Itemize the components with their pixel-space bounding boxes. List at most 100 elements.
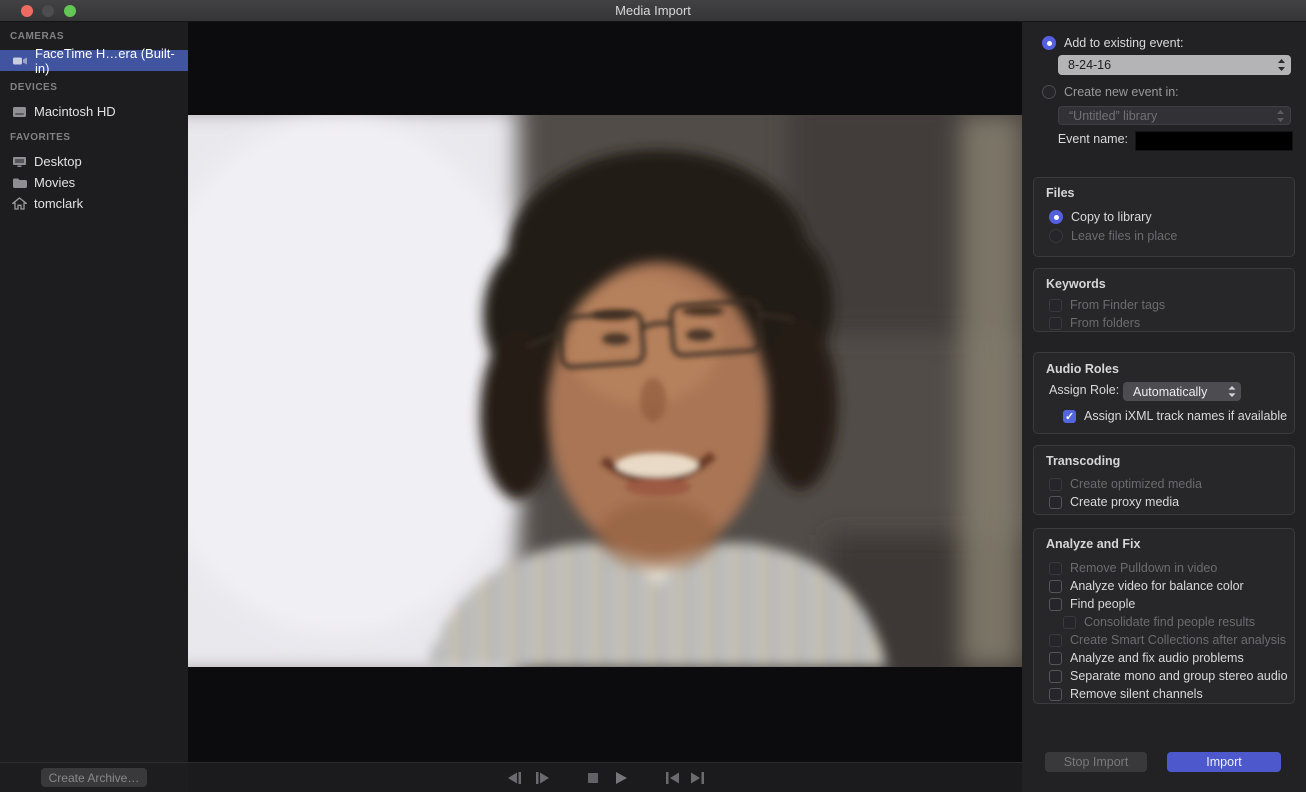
stop-button[interactable] [587,772,603,784]
checkbox-fix-audio[interactable] [1049,652,1062,665]
step-backward-icon [508,772,522,784]
finder-tags-option: From Finder tags [1049,298,1165,312]
audio-roles-group: Audio Roles Assign Role: Automatically A… [1033,352,1295,434]
consolidate-people-option: Consolidate find people results [1063,615,1255,629]
step-forward-icon [535,772,549,784]
leave-files-option: Leave files in place [1049,229,1177,243]
go-to-start-button[interactable] [665,772,681,784]
home-icon [12,197,27,210]
transport-bar [188,762,1022,792]
copy-to-library-label: Copy to library [1071,210,1152,224]
add-existing-label: Add to existing event: [1064,36,1184,50]
create-new-event-option[interactable]: Create new event in: [1042,85,1179,99]
source-sidebar: CAMERAS FaceTime H…era (Built-in) DEVICE… [0,22,188,792]
files-group: Files Copy to library Leave files in pla… [1033,177,1295,257]
sidebar-item-label: Movies [34,175,75,190]
internal-drive-icon [12,106,27,118]
create-archive-button[interactable]: Create Archive… [41,768,147,787]
chevron-up-down-icon [1228,385,1236,398]
keywords-group: Keywords From Finder tags From folders [1033,268,1295,332]
sidebar-item-macintosh-hd[interactable]: Macintosh HD [0,101,188,122]
checkbox-find-people[interactable] [1049,598,1062,611]
remove-pulldown-label: Remove Pulldown in video [1070,561,1217,575]
from-folders-label: From folders [1070,316,1140,330]
sidebar-item-movies[interactable]: Movies [0,172,188,193]
favorites-header: FAVORITES [10,132,70,143]
media-import-window: Media Import CAMERAS FaceTime H…era (Bui… [0,0,1306,792]
remove-silent-option[interactable]: Remove silent channels [1049,687,1203,701]
checkbox-separate-mono[interactable] [1049,670,1062,683]
remove-pulldown-option: Remove Pulldown in video [1049,561,1217,575]
find-people-option[interactable]: Find people [1049,597,1135,611]
assign-role-row: Assign Role: [1049,383,1119,397]
files-title: Files [1046,186,1075,200]
go-to-start-icon [665,772,679,784]
existing-event-value: 8-24-16 [1058,58,1277,72]
copy-to-library-option[interactable]: Copy to library [1049,210,1152,224]
smart-collections-label: Create Smart Collections after analysis [1070,633,1286,647]
balance-color-option[interactable]: Analyze video for balance color [1049,579,1244,593]
separate-mono-option[interactable]: Separate mono and group stereo audio [1049,669,1288,683]
new-library-select: “Untitled” library [1058,106,1291,125]
video-frame-image [188,115,1022,667]
new-library-value: “Untitled” library [1059,109,1276,123]
ixml-option[interactable]: Assign iXML track names if available [1063,409,1287,423]
step-forward-button[interactable] [535,772,551,784]
proxy-media-option[interactable]: Create proxy media [1049,495,1179,509]
stop-icon [587,772,599,784]
chevron-up-down-icon [1276,109,1285,123]
radio-create-new[interactable] [1042,85,1056,99]
video-preview [188,115,1022,667]
transcoding-group: Transcoding Create optimized media Creat… [1033,445,1295,515]
checkbox-optimized-media [1049,478,1062,491]
checkbox-remove-silent[interactable] [1049,688,1062,701]
existing-event-select[interactable]: 8-24-16 [1058,55,1291,75]
stop-import-button: Stop Import [1045,752,1147,772]
sidebar-item-facetime-camera[interactable]: FaceTime H…era (Built-in) [0,50,188,71]
go-to-end-icon [691,772,705,784]
close-button[interactable] [21,5,33,17]
keywords-title: Keywords [1046,277,1106,291]
proxy-media-label: Create proxy media [1070,495,1179,509]
checkbox-balance-color[interactable] [1049,580,1062,593]
play-button[interactable] [615,772,631,784]
sidebar-item-label: FaceTime H…era (Built-in) [35,46,188,76]
checkbox-remove-pulldown [1049,562,1062,575]
assign-role-label: Assign Role: [1049,383,1119,397]
sidebar-item-label: Macintosh HD [34,104,116,119]
import-button[interactable]: Import [1167,752,1281,772]
add-to-existing-event-option[interactable]: Add to existing event: [1042,36,1184,50]
leave-files-label: Leave files in place [1071,229,1177,243]
folder-icon [12,177,27,189]
checkbox-ixml[interactable] [1063,410,1076,423]
event-name-row: Event name: [1042,132,1128,146]
video-camera-icon [12,55,28,67]
minimize-button [42,5,54,17]
sidebar-item-home[interactable]: tomclark [0,193,188,214]
step-backward-button[interactable] [508,772,524,784]
find-people-label: Find people [1070,597,1135,611]
transcoding-title: Transcoding [1046,454,1120,468]
analyze-fix-group: Analyze and Fix Remove Pulldown in video… [1033,528,1295,704]
play-icon [615,772,628,784]
checkbox-smart-collections [1049,634,1062,647]
sidebar-item-label: Desktop [34,154,82,169]
fix-audio-option[interactable]: Analyze and fix audio problems [1049,651,1244,665]
create-new-label: Create new event in: [1064,85,1179,99]
finder-tags-label: From Finder tags [1070,298,1165,312]
radio-add-existing[interactable] [1042,36,1056,50]
sidebar-item-desktop[interactable]: Desktop [0,151,188,172]
go-to-end-button[interactable] [691,772,707,784]
checkbox-proxy-media[interactable] [1049,496,1062,509]
from-folders-option: From folders [1049,316,1140,330]
zoom-button[interactable] [64,5,76,17]
checkbox-from-folders [1049,317,1062,330]
title-bar: Media Import [0,0,1306,22]
event-name-input[interactable] [1135,131,1293,151]
optimized-media-label: Create optimized media [1070,477,1202,491]
analyze-fix-title: Analyze and Fix [1046,537,1140,551]
radio-copy-to-library[interactable] [1049,210,1063,224]
checkbox-consolidate-people [1063,616,1076,629]
assign-role-select[interactable]: Automatically [1123,382,1241,401]
separate-mono-label: Separate mono and group stereo audio [1070,669,1288,683]
